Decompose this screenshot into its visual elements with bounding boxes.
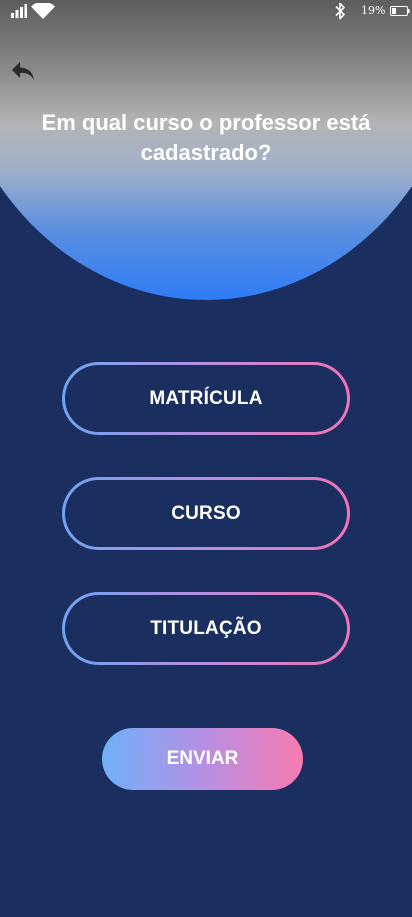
option-label: CURSO [65, 480, 347, 547]
send-button[interactable]: ENVIAR [102, 728, 303, 790]
battery-percentage: 19% [361, 4, 386, 17]
wifi-icon [31, 3, 55, 19]
option-button-titulacao[interactable]: TITULAÇÃO [62, 592, 350, 665]
reply-arrow-icon [12, 62, 34, 80]
bluetooth-icon [335, 2, 345, 20]
battery-icon [390, 6, 410, 16]
option-label: TITULAÇÃO [65, 595, 347, 662]
status-bar: 19% [0, 0, 412, 24]
screen: 19% Em qual curso o professor está cadas… [0, 0, 412, 917]
option-button-matricula[interactable]: MATRÍCULA [62, 362, 350, 435]
back-button[interactable] [9, 58, 39, 86]
option-label: MATRÍCULA [65, 365, 347, 432]
question-title: Em qual curso o professor está cadastrad… [41, 110, 371, 165]
signal-icon [11, 4, 27, 18]
option-button-curso[interactable]: CURSO [62, 477, 350, 550]
